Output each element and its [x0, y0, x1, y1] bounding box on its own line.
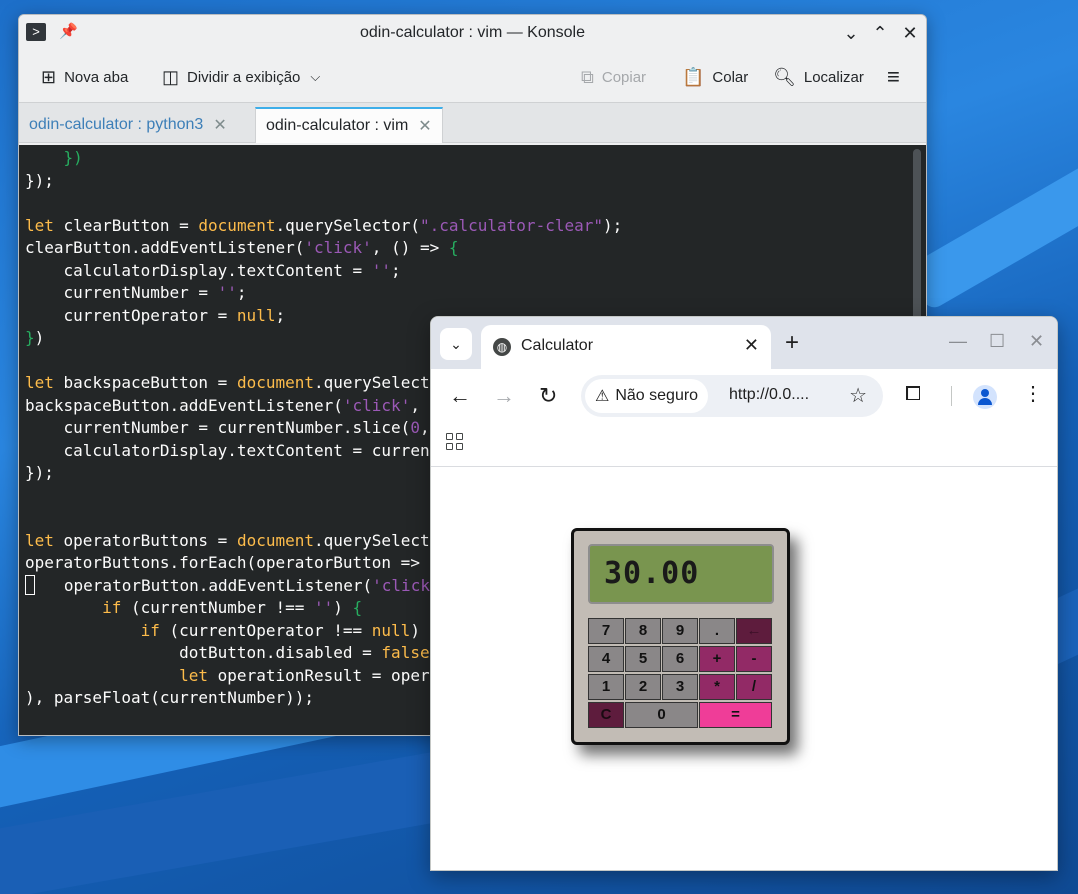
calc-button-0[interactable]: 0 — [625, 702, 698, 728]
warning-icon: ⚠ — [595, 388, 610, 405]
calc-button-5[interactable]: 5 — [625, 646, 661, 672]
address-bar[interactable]: ⚠ Não seguro http://0.0.... ☆ — [581, 375, 883, 417]
paste-icon: 📋 — [682, 66, 705, 87]
konsole-toolbar: ⊞ Nova aba ◫ Dividir a exibição ⌵ ⧉ Copi… — [19, 51, 926, 103]
calc-button-4[interactable]: 4 — [588, 646, 624, 672]
calculator-display: 30.00 — [588, 544, 774, 604]
close-icon[interactable]: ✕ — [213, 115, 226, 135]
security-chip[interactable]: ⚠ Não seguro — [585, 379, 709, 413]
calc-button-dot[interactable]: . — [699, 618, 735, 644]
new-tab-icon: ⊞ — [41, 66, 57, 87]
url-text[interactable]: http://0.0.... — [729, 386, 809, 404]
calc-button-6[interactable]: 6 — [662, 646, 698, 672]
calc-button-1[interactable]: 1 — [588, 674, 624, 700]
tab-label: odin-calculator : python3 — [29, 116, 204, 133]
chrome-window: ⌄ ◍ Calculator ✕ + — ☐ ✕ ← → ↻ ⚠ Não seg… — [430, 316, 1058, 871]
calc-button-plus[interactable]: + — [699, 646, 735, 672]
back-arrow-icon[interactable]: ← — [449, 383, 471, 409]
maximize-button[interactable]: ⌃ — [868, 21, 892, 45]
page-content: 30.00 7 8 9 . ← 4 5 6 + - 1 2 3 * / C 0 … — [431, 468, 1057, 870]
tab-search-button[interactable]: ⌄ — [440, 328, 472, 360]
calc-button-7[interactable]: 7 — [588, 618, 624, 644]
globe-icon: ◍ — [493, 338, 511, 356]
extensions-icon[interactable]: ⧠ — [905, 383, 921, 406]
maximize-button[interactable]: ☐ — [989, 331, 1005, 352]
calc-button-backspace[interactable]: ← — [736, 618, 772, 644]
new-tab-button[interactable]: ⊞ Nova aba — [41, 63, 128, 91]
close-button[interactable]: ✕ — [1029, 331, 1044, 352]
minimize-button[interactable]: — — [949, 331, 967, 352]
split-view-icon: ◫ — [162, 66, 180, 87]
hamburger-menu-button[interactable]: ≡ — [887, 63, 908, 91]
terminal-scrollbar[interactable] — [913, 149, 921, 325]
tab-vim[interactable]: odin-calculator : vim ✕ — [255, 107, 443, 143]
new-tab-button[interactable]: + — [785, 329, 799, 357]
window-title: odin-calculator : vim — Konsole — [360, 24, 585, 41]
close-icon[interactable]: ✕ — [418, 116, 431, 136]
chevron-down-icon: ⌵ — [310, 69, 321, 84]
minimize-button[interactable]: ⌄ — [839, 21, 863, 45]
calc-button-8[interactable]: 8 — [625, 618, 661, 644]
calc-button-multiply[interactable]: * — [699, 674, 735, 700]
calc-button-divide[interactable]: / — [736, 674, 772, 700]
calc-button-minus[interactable]: - — [736, 646, 772, 672]
paste-button[interactable]: 📋 Colar — [682, 63, 748, 91]
copy-icon: ⧉ — [581, 66, 594, 87]
calc-button-9[interactable]: 9 — [662, 618, 698, 644]
tab-label: odin-calculator : vim — [266, 117, 409, 134]
konsole-tab-bar: odin-calculator : python3 ✕ odin-calcula… — [19, 103, 926, 143]
find-button[interactable]: 🔍︎ Localizar — [773, 63, 864, 91]
hamburger-menu-icon: ≡ — [887, 64, 900, 89]
calc-button-2[interactable]: 2 — [625, 674, 661, 700]
split-view-button[interactable]: ◫ Dividir a exibição ⌵ — [162, 63, 320, 91]
find-label: Localizar — [803, 68, 864, 86]
wallpaper-shape — [904, 138, 1078, 312]
bookmarks-bar — [431, 423, 1057, 467]
copy-label: Copiar — [601, 68, 647, 86]
paste-label: Colar — [712, 68, 749, 86]
calc-button-equals[interactable]: = — [699, 702, 772, 728]
calculator: 30.00 7 8 9 . ← 4 5 6 + - 1 2 3 * / C 0 … — [571, 528, 790, 745]
close-icon[interactable]: ✕ — [744, 335, 759, 356]
konsole-titlebar[interactable]: > 📌 odin-calculator : vim — Konsole ⌄ ⌃ … — [19, 15, 926, 51]
kebab-menu-icon[interactable]: ⋮ — [1023, 381, 1043, 406]
search-icon: 🔍︎ — [773, 66, 796, 87]
star-icon[interactable]: ☆ — [849, 383, 867, 408]
forward-arrow-icon[interactable]: → — [493, 383, 515, 409]
tab-calculator[interactable]: ◍ Calculator ✕ — [481, 325, 771, 369]
chrome-tab-strip[interactable]: ⌄ ◍ Calculator ✕ + — ☐ ✕ — [431, 317, 1057, 369]
security-label: Não seguro — [615, 387, 699, 404]
copy-button[interactable]: ⧉ Copiar — [581, 63, 646, 91]
calculator-keypad: 7 8 9 . ← 4 5 6 + - 1 2 3 * / C 0 = — [588, 618, 774, 734]
close-button[interactable]: ✕ — [898, 21, 922, 45]
apps-grid-icon[interactable] — [446, 433, 464, 451]
calc-button-clear[interactable]: C — [588, 702, 624, 728]
tab-title: Calculator — [521, 337, 594, 354]
toolbar-divider — [951, 386, 952, 406]
new-tab-label: Nova aba — [64, 68, 129, 86]
chrome-toolbar: ← → ↻ ⚠ Não seguro http://0.0.... ☆ ⧠ ⋮ — [431, 369, 1057, 423]
calc-button-3[interactable]: 3 — [662, 674, 698, 700]
profile-icon[interactable] — [973, 385, 997, 409]
split-view-label: Dividir a exibição — [187, 68, 301, 86]
reload-icon[interactable]: ↻ — [539, 383, 557, 409]
tab-python3[interactable]: odin-calculator : python3 ✕ — [19, 107, 237, 143]
